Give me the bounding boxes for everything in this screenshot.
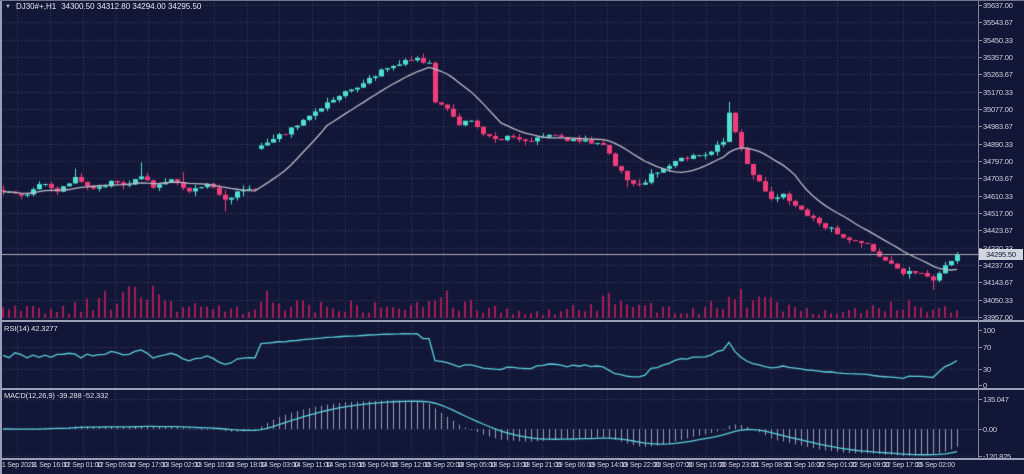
rsi-name: RSI(14): [4, 324, 29, 333]
panel-separator-rsi-macd[interactable]: [0, 388, 1024, 390]
price-axis-label: 35263.67: [983, 70, 1024, 79]
window-left-border: [0, 0, 2, 474]
rsi-indicator-label: RSI(14) 42.3277: [4, 324, 58, 333]
price-axis-label: 34983.67: [983, 122, 1024, 131]
symbol-dropdown-icon[interactable]: ▼: [5, 3, 11, 11]
price-chart-canvas[interactable]: [0, 0, 978, 459]
price-axis-label: 34610.33: [983, 192, 1024, 201]
chart-window: ▼ DJ30#+,H1 34300.50 34312.80 34294.00 3…: [0, 0, 1024, 474]
macd-scale-label: 0.00: [983, 425, 1024, 434]
price-axis-label: 34517.00: [983, 209, 1024, 218]
window-top-border: [0, 0, 1024, 1]
chart-title: ▼ DJ30#+,H1 34300.50 34312.80 34294.00 3…: [5, 2, 201, 11]
price-axis-label: 35543.67: [983, 18, 1024, 27]
rsi-scale-label: 100: [983, 326, 1024, 335]
price-axis-label: 35450.33: [983, 36, 1024, 45]
price-axis-label: 34050.33: [983, 296, 1024, 305]
price-axis-label: 34890.33: [983, 140, 1024, 149]
price-axis-label: 35637.00: [983, 1, 1024, 10]
price-axis-label: 34797.00: [983, 157, 1024, 166]
macd-main-value: -39.288: [57, 391, 82, 400]
price-axis-label: 34237.00: [983, 261, 1024, 270]
price-axis-label: 34703.67: [983, 174, 1024, 183]
macd-indicator-label: MACD(12,26,9) -39.288 -52.332: [4, 391, 108, 400]
price-axis-border: [978, 0, 979, 459]
panel-separator-main-rsi[interactable]: [0, 320, 1024, 322]
ohlc-values: 34300.50 34312.80 34294.00 34295.50: [61, 2, 201, 11]
rsi-scale-label: 30: [983, 365, 1024, 374]
panel-separator-macd-time[interactable]: [0, 458, 1024, 460]
price-axis-label: 35170.33: [983, 88, 1024, 97]
price-axis-label: 34423.67: [983, 226, 1024, 235]
time-axis[interactable]: 11 Sep 202311 Sep 16:0012 Sep 01:0012 Se…: [0, 460, 1024, 474]
price-axis-label: 34143.67: [983, 278, 1024, 287]
price-axis-label: 35357.00: [983, 53, 1024, 62]
macd-signal-value: -52.332: [84, 391, 109, 400]
rsi-scale-label: 70: [983, 343, 1024, 352]
current-price-tag: 34295.50: [979, 249, 1023, 260]
macd-scale-label: 135.047: [983, 395, 1024, 404]
rsi-value: 42.3277: [31, 324, 57, 333]
symbol-timeframe-label: DJ30#+,H1: [16, 2, 56, 11]
time-axis-label: 25 Sep 02:00: [916, 462, 955, 469]
price-axis-label: 35077.00: [983, 105, 1024, 114]
macd-name: MACD(12,26,9): [4, 391, 55, 400]
